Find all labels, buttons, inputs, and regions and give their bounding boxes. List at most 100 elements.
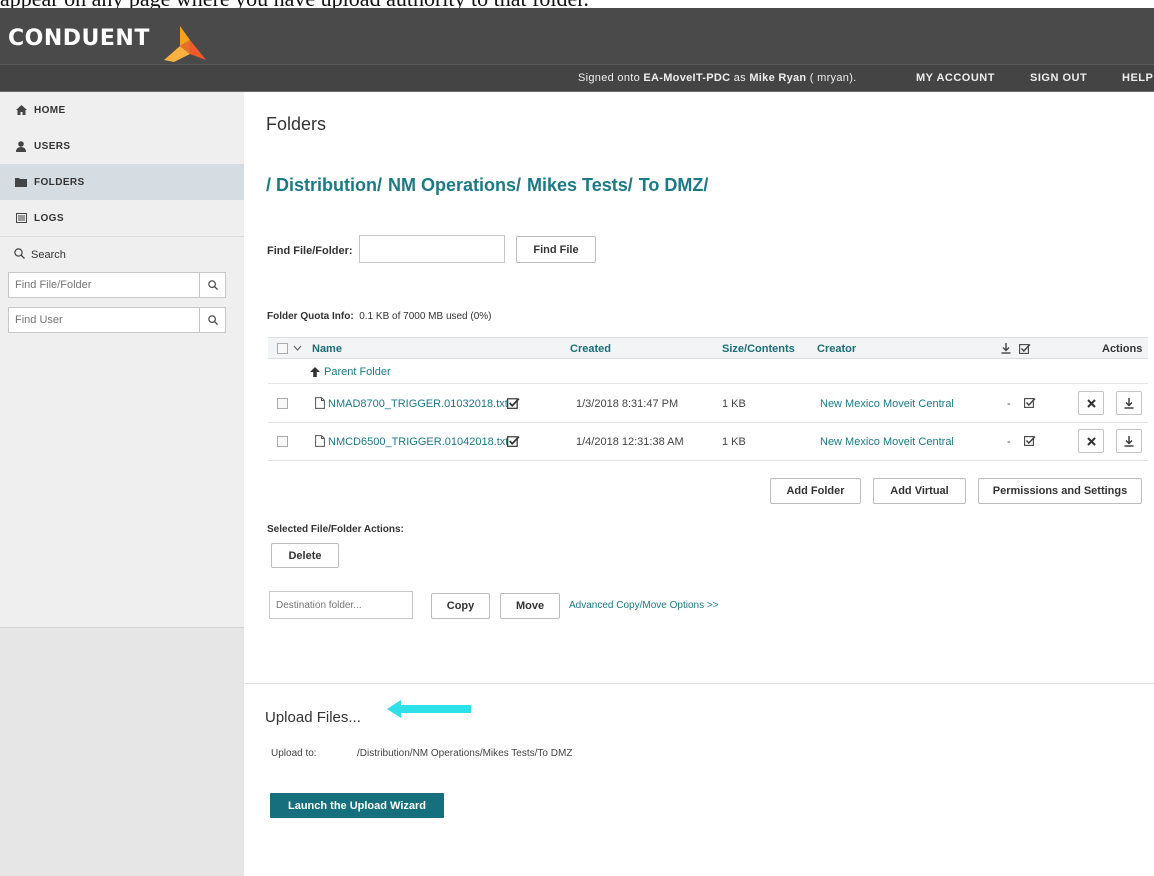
download-status: - xyxy=(1007,398,1011,410)
left-arrow-annotation-icon xyxy=(387,700,471,718)
parent-folder-row[interactable]: Parent Folder xyxy=(268,359,1148,384)
find-file-folder-input[interactable] xyxy=(359,235,505,263)
checked-box-icon xyxy=(507,436,520,447)
file-size: 1 KB xyxy=(722,436,746,448)
brand-logo-text: CONDUENT xyxy=(8,26,150,51)
user-icon xyxy=(14,140,28,152)
search-icon xyxy=(207,315,218,325)
destination-folder-input[interactable] xyxy=(269,591,413,619)
created-date: 1/4/2018 12:31:38 AM xyxy=(576,436,684,448)
download-status: - xyxy=(1007,436,1011,448)
top-header: CONDUENT xyxy=(0,8,1154,64)
table-row: NMAD8700_TRIGGER.01032018.txt 1/3/2018 8… xyxy=(268,384,1148,423)
file-icon xyxy=(315,397,325,409)
column-header-name[interactable]: Name xyxy=(312,343,342,355)
column-header-creator[interactable]: Creator xyxy=(817,343,856,355)
breadcrumb-item-mikes-tests[interactable]: Mikes Tests/ xyxy=(527,175,633,196)
add-virtual-button[interactable]: Add Virtual xyxy=(873,478,966,504)
delete-file-button[interactable] xyxy=(1078,391,1104,415)
row-checkbox[interactable] xyxy=(277,398,288,409)
launch-upload-wizard-button[interactable]: Launch the Upload Wizard xyxy=(270,793,444,818)
add-folder-button[interactable]: Add Folder xyxy=(770,478,861,504)
find-user-search-button[interactable] xyxy=(199,308,225,332)
search-heading-label: Search xyxy=(31,248,66,261)
download-icon xyxy=(1124,397,1134,409)
sign-out-link[interactable]: SIGN OUT xyxy=(1030,72,1087,84)
upload-to-path: /Distribution/NM Operations/Mikes Tests/… xyxy=(357,748,573,759)
breadcrumb-item-distribution[interactable]: / Distribution/ xyxy=(266,175,382,196)
section-divider xyxy=(245,683,1154,684)
download-icon xyxy=(1124,435,1134,447)
sidebar-item-label: FOLDERS xyxy=(34,176,85,188)
find-file-search-button[interactable] xyxy=(199,273,225,297)
find-file-input[interactable] xyxy=(9,273,199,297)
table-row: NMCD6500_TRIGGER.01042018.txt 1/4/2018 1… xyxy=(268,423,1148,461)
search-icon xyxy=(14,247,25,262)
column-header-size[interactable]: Size/Contents xyxy=(722,343,795,355)
download-icon xyxy=(1001,343,1011,354)
file-icon xyxy=(315,435,325,447)
download-file-button[interactable] xyxy=(1116,429,1142,453)
move-button[interactable]: Move xyxy=(500,593,560,619)
sidebar-lower-panel xyxy=(0,628,244,876)
sidebar-item-folders[interactable]: FOLDERS xyxy=(0,164,244,200)
find-user-input[interactable] xyxy=(9,308,199,332)
column-header-actions: Actions xyxy=(1102,343,1143,355)
find-user-search xyxy=(8,307,226,333)
sidebar: HOME USERS FOLDERS LOGS Search xyxy=(0,92,244,876)
conduent-logo-icon xyxy=(164,26,206,62)
checked-box-icon xyxy=(1019,343,1031,354)
user-nav-bar: Signed onto EA-MoveIT-PDC as Mike Ryan (… xyxy=(0,64,1154,92)
breadcrumb-item-nm-operations[interactable]: NM Operations/ xyxy=(388,175,521,196)
parent-folder-link[interactable]: Parent Folder xyxy=(324,366,391,378)
close-icon xyxy=(1086,398,1096,408)
copy-button[interactable]: Copy xyxy=(431,593,490,619)
sidebar-item-label: LOGS xyxy=(34,212,64,224)
select-all-checkbox[interactable] xyxy=(277,343,288,354)
folder-quota-info: Folder Quota Info: 0.1 KB of 7000 MB use… xyxy=(267,311,492,322)
find-file-button[interactable]: Find File xyxy=(516,236,596,263)
sidebar-item-label: HOME xyxy=(34,104,66,116)
breadcrumb-item-to-dmz[interactable]: To DMZ/ xyxy=(639,175,709,196)
delete-button[interactable]: Delete xyxy=(271,543,339,568)
advanced-copy-move-link[interactable]: Advanced Copy/Move Options >> xyxy=(569,600,719,611)
page-title: Folders xyxy=(266,114,327,134)
main-content: Folders / Distribution/ NM Operations/ M… xyxy=(245,92,1154,876)
checked-box-icon xyxy=(1024,397,1036,408)
checked-box-icon xyxy=(1024,435,1036,446)
sidebar-item-users[interactable]: USERS xyxy=(0,128,244,164)
checked-box-icon xyxy=(507,398,520,409)
delete-file-button[interactable] xyxy=(1078,429,1104,453)
breadcrumb: / Distribution/ NM Operations/ Mikes Tes… xyxy=(266,175,708,196)
find-file-search xyxy=(8,272,226,298)
row-checkbox[interactable] xyxy=(277,436,288,447)
file-table-header: Name Created Size/Contents Creator Actio… xyxy=(268,337,1148,359)
upload-files-heading: Upload Files... xyxy=(265,709,361,726)
sidebar-item-logs[interactable]: LOGS xyxy=(0,200,244,236)
search-icon xyxy=(207,280,218,290)
creator-link[interactable]: New Mexico Moveit Central xyxy=(820,398,954,410)
home-icon xyxy=(14,105,28,115)
column-header-created[interactable]: Created xyxy=(570,343,611,355)
selected-actions-label: Selected File/Folder Actions: xyxy=(267,524,404,535)
folder-icon xyxy=(14,177,28,187)
logs-icon xyxy=(14,213,28,223)
search-heading: Search xyxy=(0,236,244,272)
download-file-button[interactable] xyxy=(1116,391,1142,415)
file-size: 1 KB xyxy=(722,398,746,410)
file-name-link[interactable]: NMAD8700_TRIGGER.01032018.txt xyxy=(328,398,508,410)
creator-link[interactable]: New Mexico Moveit Central xyxy=(820,436,954,448)
chevron-down-icon[interactable] xyxy=(293,345,302,351)
up-arrow-icon xyxy=(310,367,320,377)
sidebar-item-label: USERS xyxy=(34,140,71,152)
created-date: 1/3/2018 8:31:47 PM xyxy=(576,398,679,410)
upload-to-label: Upload to: xyxy=(271,748,317,759)
sidebar-item-home[interactable]: HOME xyxy=(0,92,244,128)
document-caption: appear on any page where you have upload… xyxy=(0,0,589,10)
my-account-link[interactable]: MY ACCOUNT xyxy=(916,72,995,84)
permissions-and-settings-button[interactable]: Permissions and Settings xyxy=(978,478,1142,504)
find-file-folder-label: Find File/Folder: xyxy=(267,245,353,257)
help-link[interactable]: HELP xyxy=(1122,72,1153,84)
file-name-link[interactable]: NMCD6500_TRIGGER.01042018.txt xyxy=(328,436,508,448)
close-icon xyxy=(1086,436,1096,446)
